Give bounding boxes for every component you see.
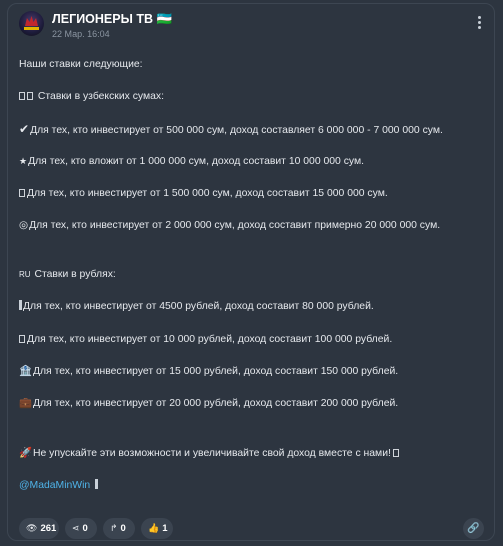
thumbs-up-icon: 👍 <box>148 523 160 533</box>
bar-icon <box>19 300 22 310</box>
post-card: ЛЕГИОНЕРЫ ТВ 🇺🇿 22 Мар. 16:04 Наши ставк… <box>7 3 495 541</box>
forward-icon: ↱ <box>110 523 118 533</box>
bar-icon <box>95 479 99 489</box>
forward-button[interactable]: ↱ 0 <box>103 518 135 539</box>
briefcase-icon: 💼 <box>19 398 32 409</box>
rocket-icon: 🚀 <box>19 448 32 459</box>
post-header: ЛЕГИОНЕРЫ ТВ 🇺🇿 22 Мар. 16:04 <box>8 4 494 44</box>
uz-flag-icon <box>27 92 33 100</box>
post-line: @MadaMinWin <box>19 479 99 492</box>
post-line: Для тех, кто инвестирует от 4500 рублей,… <box>19 300 374 313</box>
square-icon <box>19 189 25 197</box>
square-icon <box>392 449 399 457</box>
post-line: ★Для тех, кто вложит от 1 000 000 сум, д… <box>19 156 365 167</box>
more-vertical-icon[interactable] <box>477 16 481 32</box>
post-line: 🏦Для тех, кто инвестирует от 15 000 рубл… <box>19 366 399 377</box>
post-line: Наши ставки следующие: <box>19 59 143 70</box>
uz-flag-icon <box>19 92 25 100</box>
post-line: RU Ставки в рублях: <box>19 269 116 280</box>
views-counter[interactable]: 👁 261 <box>19 518 59 539</box>
check-icon: ✔ <box>19 122 30 136</box>
post-line: Для тех, кто инвестирует от 1 500 000 су… <box>19 187 388 200</box>
channel-title[interactable]: ЛЕГИОНЕРЫ ТВ 🇺🇿 <box>52 12 172 27</box>
share-button[interactable]: ⋖ 0 <box>65 518 97 539</box>
post-line: ◎Для тех, кто инвестирует от 2 000 000 с… <box>19 220 441 231</box>
share-icon: ⋖ <box>72 523 80 533</box>
target-icon: ◎ <box>19 220 29 231</box>
bank-icon: 🏦 <box>19 366 32 377</box>
post-line: Для тех, кто инвестирует от 10 000 рубле… <box>19 333 392 346</box>
post-line: 🚀Не упускайте эти возможности и увеличив… <box>19 447 401 460</box>
eye-icon: 👁 <box>26 523 38 533</box>
post-line: ✔Для тех, кто инвестирует от 500 000 сум… <box>19 122 443 137</box>
mention-link[interactable]: @MadaMinWin <box>19 480 90 491</box>
post-line: 💼Для тех, кто инвестирует от 20 000 рубл… <box>19 398 399 409</box>
crown-icon <box>25 16 38 26</box>
star-icon: ★ <box>19 156 28 166</box>
like-button[interactable]: 👍 1 <box>141 518 173 539</box>
square-icon <box>19 335 25 343</box>
channel-avatar[interactable] <box>19 11 44 36</box>
logo-bar <box>24 27 39 30</box>
ru-flag-icon: RU <box>19 270 31 279</box>
post-line: Ставки в узбекских сумах: <box>19 90 164 103</box>
link-icon[interactable]: 🔗 <box>463 518 484 539</box>
post-time: 22 Мар. 16:04 <box>52 29 110 39</box>
